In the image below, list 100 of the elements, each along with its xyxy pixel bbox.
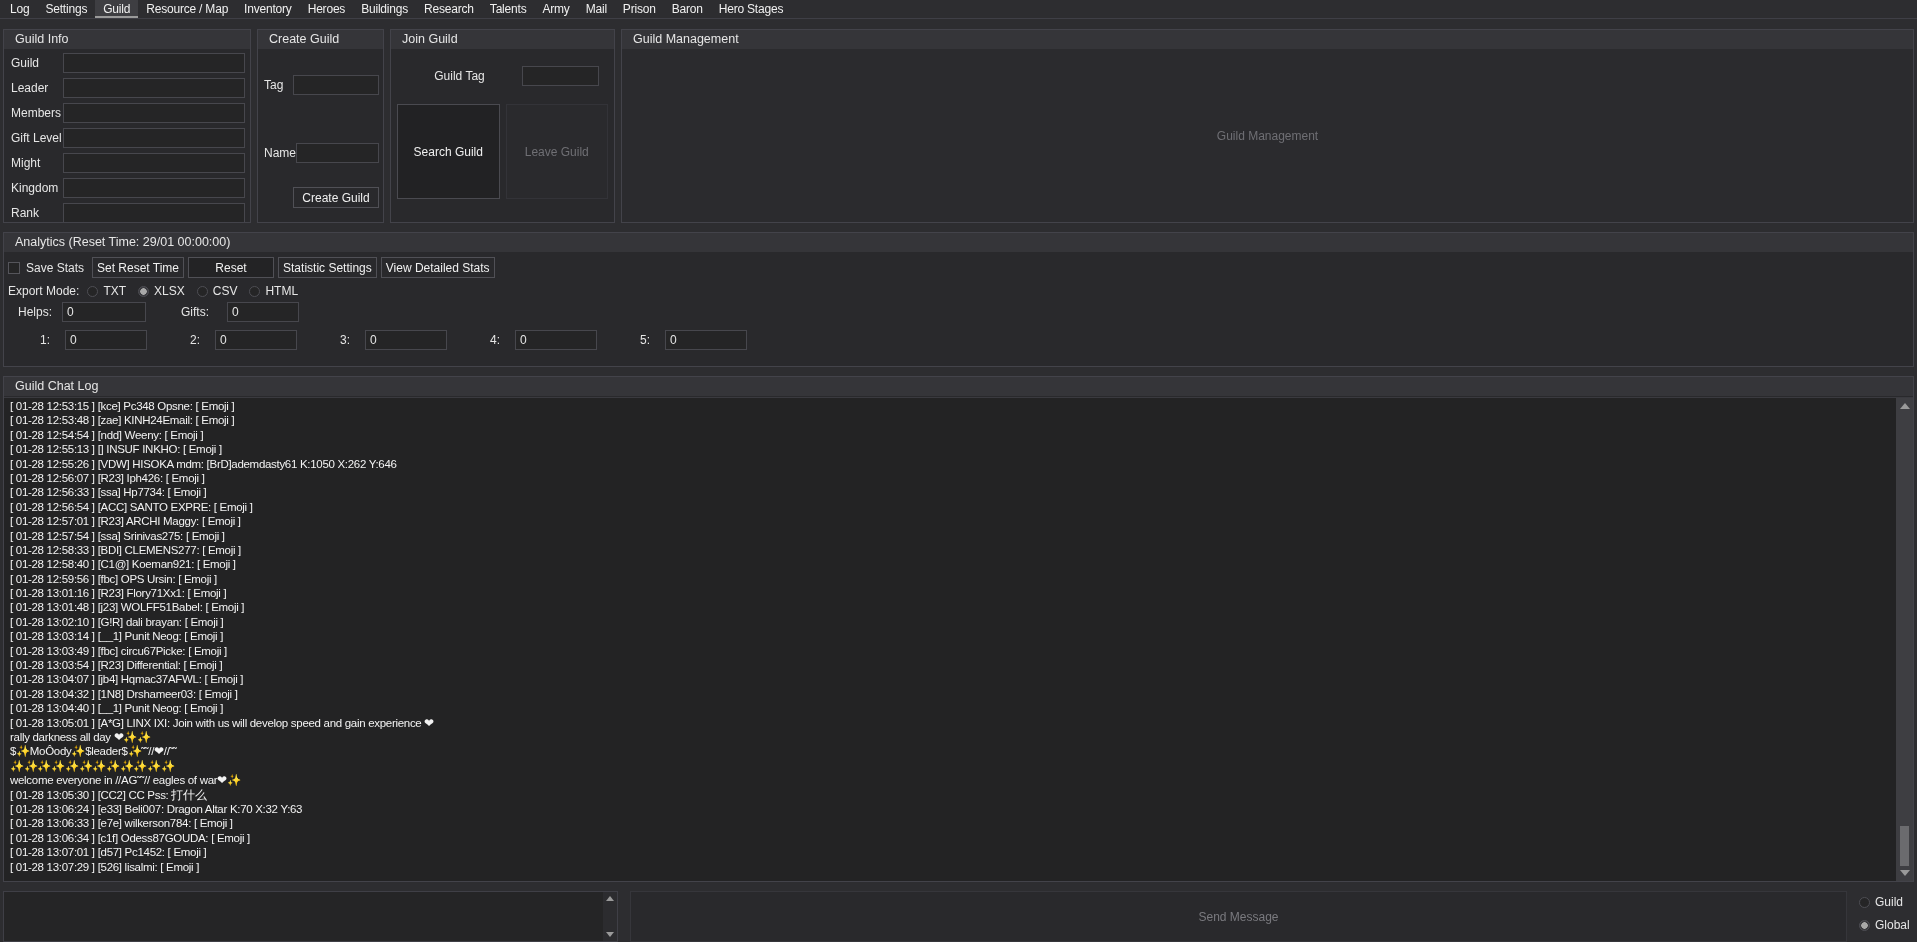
chat-message: [ 01-28 12:54:54 ] [ndd] Weeny: [ Emoji ] (10, 427, 205, 443)
chat-message: [ 01-28 12:57:54 ] [ssa] Srinivas275: [ Emoji ] (10, 528, 226, 543)
chat-message: [ 01-28 13:02:10 ] [G!R] dali brayan: [ Emoji ] (10, 614, 225, 630)
rank-label: 3: (340, 333, 351, 347)
chat-message: [ 01-28 13:04:32 ] [1N8] Drshameer03: [ Emoji ] (10, 686, 239, 702)
gifts-field[interactable]: 0 (227, 302, 299, 322)
create-guild-button[interactable]: Create Guild (293, 187, 379, 208)
rank-field[interactable]: 0 (515, 330, 597, 350)
chat-message: welcome everyone in //AG˜˜// eagles of war❤✨ (10, 773, 242, 788)
chat-message: [ 01-28 13:04:07 ] [jb4] Hqmac37AFWL: [ Emoji ] (10, 672, 245, 687)
tab[interactable]: Prison (614, 0, 664, 18)
input-field[interactable] (63, 78, 245, 98)
chat-message: [ 01-28 12:53:48 ] [zae] KINH24Email: [ Emoji ] (10, 413, 236, 428)
chat-message: [ 01-28 13:03:49 ] [fbc] circu67Picke: [ Emoji ] (10, 643, 228, 659)
export-mode-radio[interactable]: CSV (196, 284, 238, 298)
rank-field[interactable]: 0 (215, 330, 297, 350)
rank-field[interactable]: 0 (365, 330, 447, 350)
save-stats-checkbox[interactable]: Save Stats (8, 260, 88, 275)
tab[interactable]: Heroes (299, 0, 354, 18)
chat-message: [ 01-28 13:03:14 ] [__1] Punit Neog: [ Emoji ] (10, 629, 225, 644)
chat-message: ✨✨✨✨✨✨✨✨✨✨✨✨ (10, 758, 176, 774)
export-mode-label: Export Mode: (8, 284, 80, 298)
export-mode-radio[interactable]: TXT (87, 284, 127, 298)
rank-label: 5: (640, 333, 651, 347)
field-label: Rank (10, 206, 40, 220)
rank-field[interactable]: 0 (65, 330, 147, 350)
chat-message: [ 01-28 13:03:54 ] [R23] Differential: [ Emoji ] (10, 658, 224, 673)
chat-message: [ 01-28 13:06:33 ] [e7e] wilkerson784: [ Emoji ] (10, 816, 234, 831)
message-input[interactable] (3, 891, 618, 942)
field-label: Guild Tag (433, 69, 486, 83)
tab[interactable]: Log (2, 0, 38, 18)
input-field[interactable] (63, 128, 245, 148)
scroll-thumb[interactable] (1900, 826, 1909, 866)
tab[interactable]: Settings (37, 0, 96, 18)
scrollbar[interactable] (1896, 398, 1913, 881)
chat-message: [ 01-28 12:56:07 ] [R23] Iph426: [ Emoji ] (10, 470, 206, 486)
chat-message: [ 01-28 12:56:54 ] [ACC] SANTO EXPRE: [ Emoji ] (10, 499, 254, 515)
analytics-button[interactable]: Set Reset Time (92, 257, 185, 278)
chat-message: [ 01-28 12:56:33 ] [ssa] Hp7734: [ Emoji ] (10, 485, 208, 500)
input-field[interactable] (296, 143, 379, 163)
chat-message: [ 01-28 13:01:48 ] [j23] WOLFF51Babel: [ Emoji ] (10, 600, 246, 615)
chat-message: $✨MoÔody✨$leader$✨˜˜//❤//˜˜ (10, 744, 178, 759)
chat-message: [ 01-28 13:06:24 ] [e33] Beli007: Dragon Altar K:70 X:32 Y:63 (10, 801, 304, 817)
input-field[interactable] (63, 153, 245, 173)
field-label: Leader (10, 81, 50, 95)
export-mode-radio[interactable]: XLSX (138, 284, 185, 298)
panel-title: Guild Info (4, 30, 250, 49)
chat-message: [ 01-28 12:55:13 ] [] INSUF INKHO: [ Emoji ] (10, 442, 223, 457)
channel-radio[interactable]: Guild (1859, 895, 1910, 909)
panel-title: Guild Management (622, 30, 1913, 49)
rank-label: 2: (190, 333, 201, 347)
field-label: Name (264, 146, 296, 160)
export-mode-radio[interactable]: HTML (249, 284, 299, 298)
search-guild-button[interactable]: Search Guild (397, 104, 500, 199)
tab[interactable]: Resource / Map (138, 0, 237, 18)
gifts-label: Gifts: (181, 305, 210, 319)
rank-field[interactable]: 0 (665, 330, 747, 350)
field-label: Kingdom (10, 181, 60, 195)
tab[interactable]: Talents (481, 0, 535, 18)
chat-message: [ 01-28 12:59:56 ] [fbc] OPS Ursin: [ Emoji ] (10, 571, 219, 587)
input-field[interactable] (293, 75, 379, 95)
analytics-button[interactable]: View Detailed Stats (380, 257, 495, 278)
tab[interactable]: Mail (577, 0, 615, 18)
tab[interactable]: Buildings (353, 0, 417, 18)
field-label: Might (10, 156, 42, 170)
chat-message: [ 01-28 12:55:26 ] [VDW] HISOKA mdm: [BrD]ademdasty61 K:1050 X:262 Y:646 (10, 456, 398, 471)
tab[interactable]: Hero Stages (710, 0, 792, 18)
input-field[interactable] (63, 103, 245, 123)
panel-title: Guild Chat Log (4, 377, 1913, 396)
panel-title: Join Guild (391, 30, 614, 49)
chat-message: [ 01-28 13:06:34 ] [c1f] Odess87GOUDA: [ Emoji ] (10, 830, 251, 846)
scroll-up-icon[interactable] (1899, 403, 1910, 409)
analytics-button[interactable]: Reset (188, 257, 275, 278)
chat-message: [ 01-28 13:07:01 ] [d57] Pc1452: [ Emoji ] (10, 845, 208, 860)
input-field[interactable] (63, 53, 245, 73)
input-field[interactable] (63, 203, 245, 222)
chat-message: [ 01-28 13:07:29 ] [526] lisalmi: [ Emoji ] (10, 859, 201, 874)
tab[interactable]: Army (534, 0, 578, 18)
panel-title: Analytics (Reset Time: 29/01 00:00:00) (4, 233, 1913, 252)
channel-radio[interactable]: Global (1859, 918, 1910, 932)
chat-message: [ 01-28 13:04:40 ] [__1] Punit Neog: [ Emoji ] (10, 701, 225, 716)
scroll-down-icon[interactable] (606, 932, 614, 937)
field-label: Gift Level (10, 131, 63, 145)
analytics-button[interactable]: Statistic Settings (278, 257, 377, 278)
scroll-up-icon[interactable] (606, 896, 614, 901)
input-field[interactable] (63, 178, 245, 198)
chat-message: [ 01-28 12:58:40 ] [C1@] Koeman921: [ Emoji ] (10, 557, 237, 572)
tab[interactable]: Inventory (236, 0, 300, 18)
tab[interactable]: Baron (663, 0, 711, 18)
chat-message: rally darkness all day ❤✨✨ (10, 730, 152, 745)
tab[interactable]: Guild (95, 0, 139, 18)
field-label: Members (10, 106, 62, 120)
input-field[interactable] (522, 66, 599, 86)
chat-message: [ 01-28 13:01:16 ] [R23] Flory71Xx1: [ Emoji ] (10, 586, 228, 601)
field-label: Tag (264, 78, 284, 92)
helps-label: Helps: (18, 305, 53, 319)
scroll-down-icon[interactable] (1899, 870, 1910, 876)
helps-field[interactable]: 0 (62, 302, 146, 322)
tab[interactable]: Research (416, 0, 482, 18)
rank-label: 4: (490, 333, 501, 347)
